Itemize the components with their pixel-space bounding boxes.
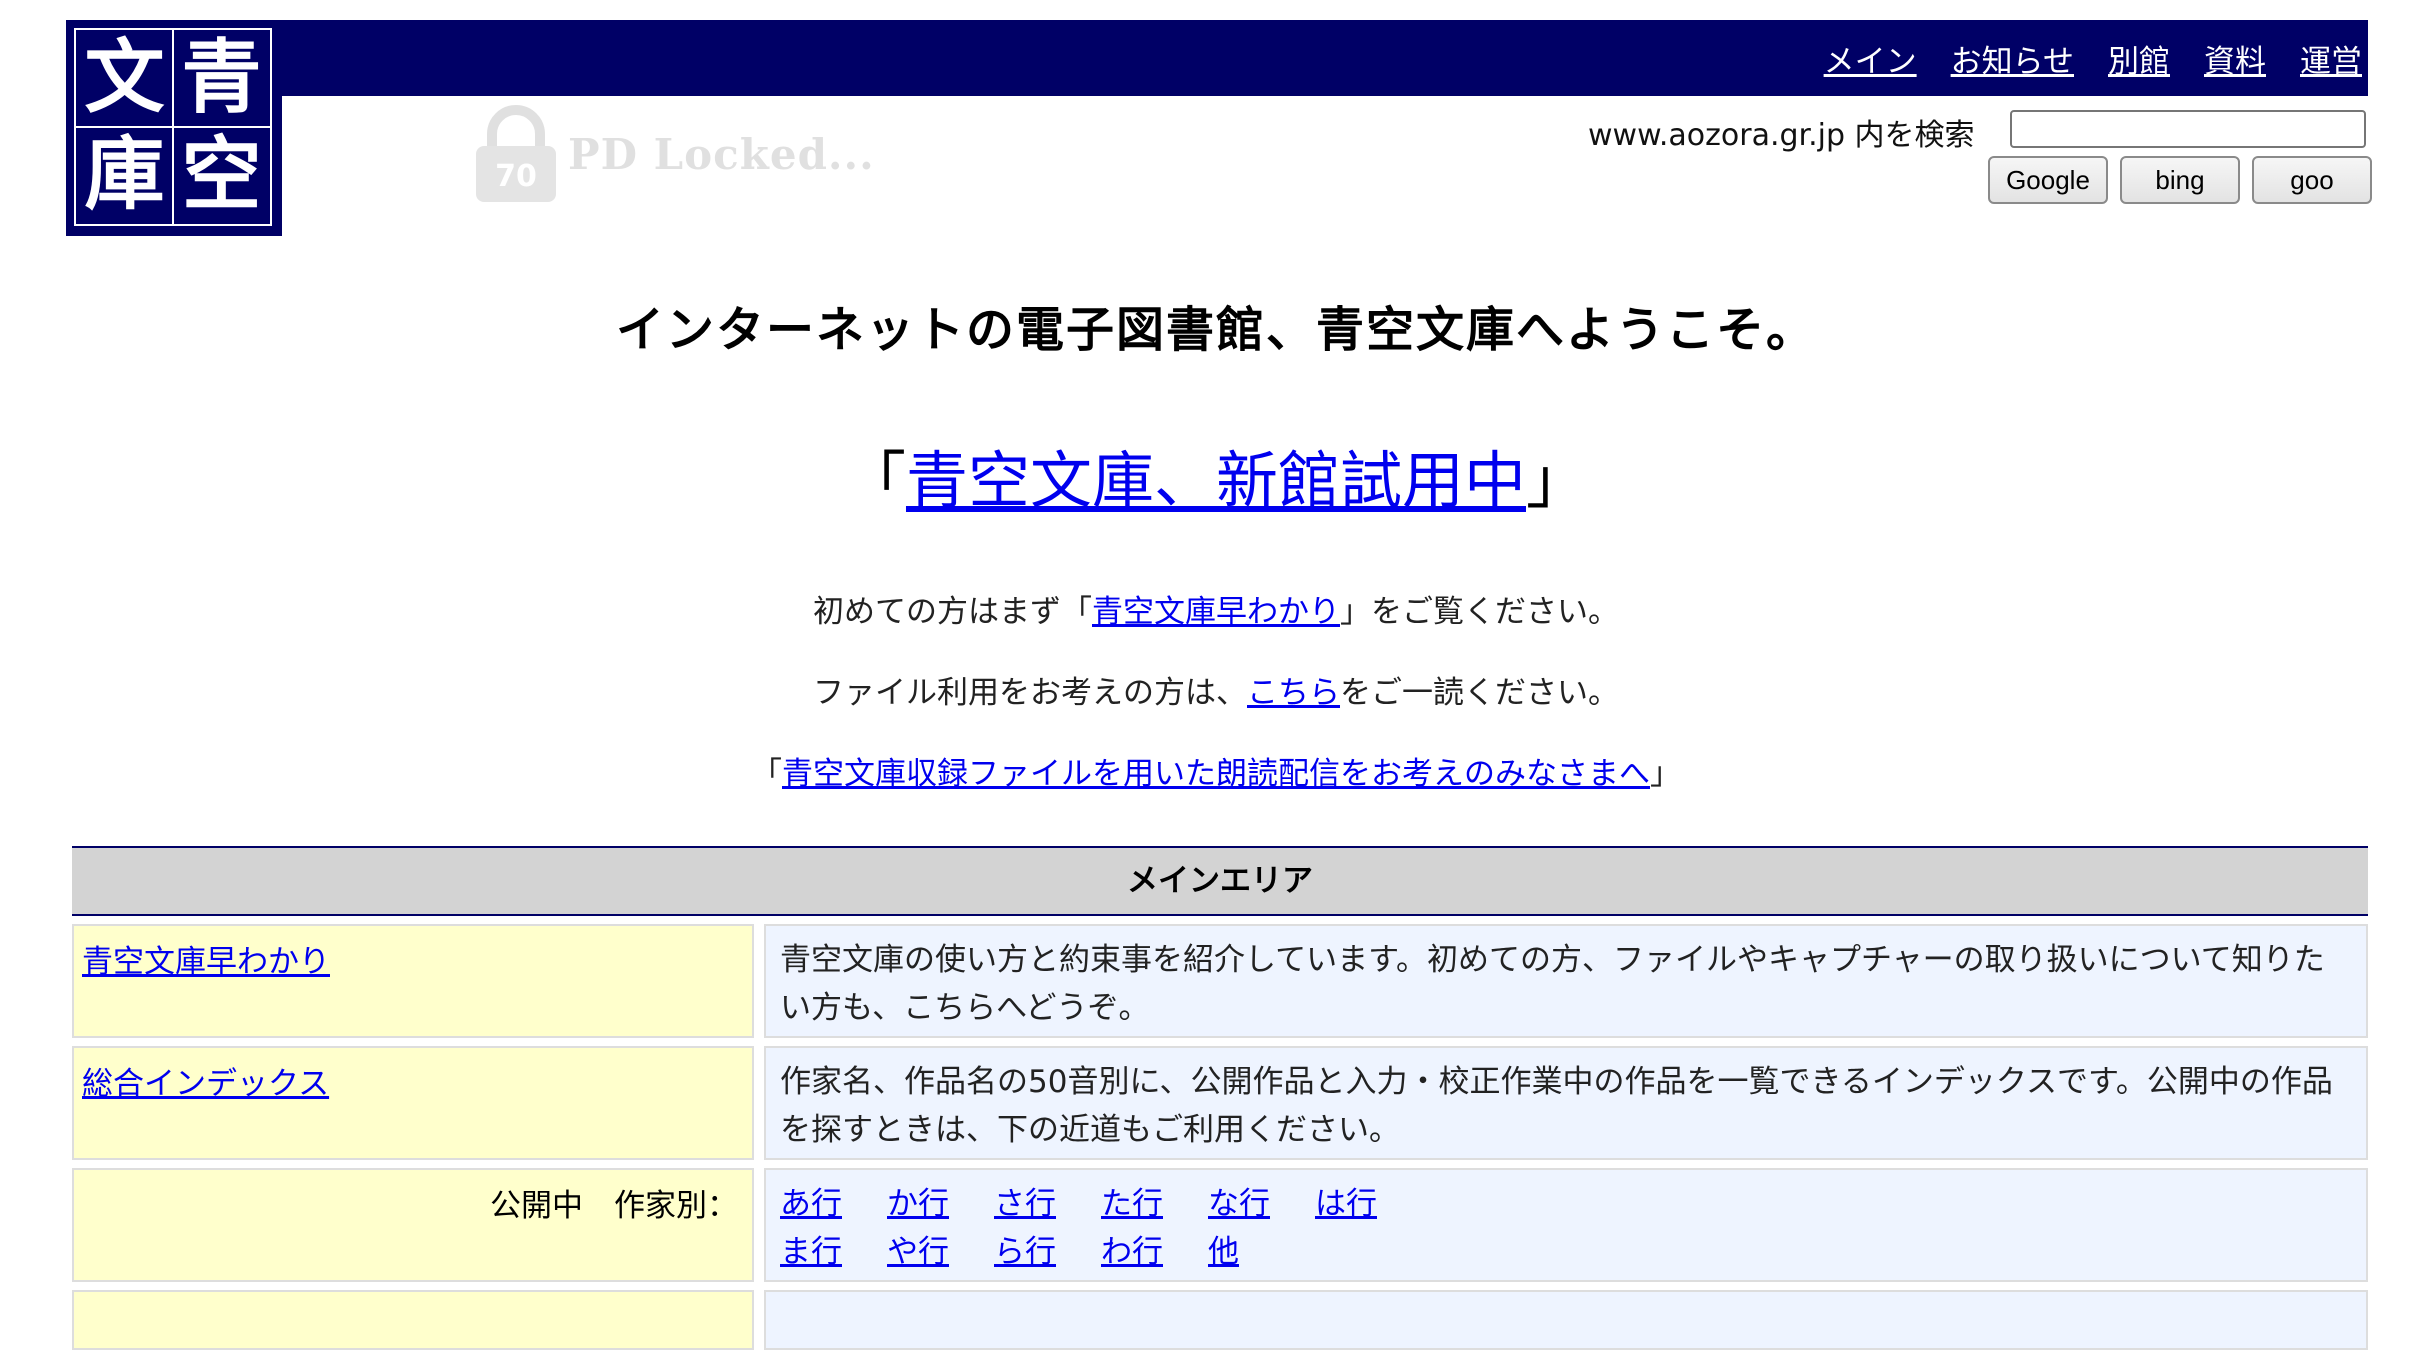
site-search-input[interactable]	[2010, 110, 2366, 148]
intro-text: 」	[1650, 756, 1681, 792]
intro-text: をご一読ください。	[1340, 675, 1619, 711]
kana-link-ma[interactable]: ま行	[780, 1228, 887, 1276]
intro-text: 「	[751, 756, 782, 792]
kana-link-wa[interactable]: わ行	[1101, 1228, 1208, 1276]
new-hall-notice: 「青空文庫、新館試用中」	[0, 430, 2432, 520]
kana-link-sa[interactable]: さ行	[994, 1180, 1101, 1228]
nav-news[interactable]: お知らせ	[1951, 36, 2074, 81]
intro-text: 初めての方はまず「	[813, 594, 1092, 630]
nav-management[interactable]: 運営	[2300, 36, 2362, 81]
row-desc-cell: 作家名、作品名の50音別に、公開作品と入力・校正作業中の作品を一覧できるインデッ…	[764, 1046, 2368, 1160]
pd-locked-text: PD Locked...	[568, 130, 875, 179]
bracket-close: 」	[1526, 444, 1589, 517]
site-search-label: www.aozora.gr.jp 内を検索	[1588, 118, 1975, 153]
kana-link-ha[interactable]: は行	[1315, 1180, 1422, 1228]
intro-text: ファイル利用をお考えの方は、	[813, 675, 1247, 711]
kana-link-a[interactable]: あ行	[780, 1180, 887, 1228]
table-row: 青空文庫早わかり 青空文庫の使い方と約束事を紹介しています。初めての方、ファイル…	[72, 924, 2368, 1038]
table-row	[72, 1290, 2368, 1350]
quickguide-row-link[interactable]: 青空文庫早わかり	[82, 944, 330, 980]
quickguide-link[interactable]: 青空文庫早わかり	[1092, 594, 1340, 630]
author-links-cell: あ行 か行 さ行 た行 な行 は行 ま行 や行 ら行 わ行 他	[764, 1168, 2368, 1282]
logo-divider	[76, 126, 270, 128]
logo-char: 文	[84, 30, 165, 124]
google-search-button[interactable]: Google	[1988, 156, 2108, 204]
kana-link-ka[interactable]: か行	[887, 1180, 994, 1228]
row-label-cell	[72, 1290, 754, 1350]
nav-main[interactable]: メイン	[1824, 36, 1917, 81]
nav-annex[interactable]: 別館	[2108, 36, 2170, 81]
lock-badge-number: 70	[495, 159, 537, 194]
new-hall-link[interactable]: 青空文庫、新館試用中	[906, 444, 1526, 517]
goo-search-button[interactable]: goo	[2252, 156, 2372, 204]
search-buttons: Google bing goo	[1988, 156, 2372, 204]
main-area-table: メインエリア 青空文庫早わかり 青空文庫の使い方と約束事を紹介しています。初めて…	[72, 846, 2368, 1350]
bracket-open: 「	[843, 444, 906, 517]
general-index-link[interactable]: 総合インデックス	[82, 1066, 329, 1102]
kana-index: あ行 か行 さ行 た行 な行 は行 ま行 や行 ら行 わ行 他	[780, 1180, 2352, 1276]
table-row: 総合インデックス 作家名、作品名の50音別に、公開作品と入力・校正作業中の作品を…	[72, 1046, 2368, 1160]
table-row: 公開中 作家別： あ行 か行 さ行 た行 な行 は行 ま行 や行 ら行 わ行 他	[72, 1168, 2368, 1282]
nav-resources[interactable]: 資料	[2204, 36, 2266, 81]
aozora-logo[interactable]: 文 青 庫 空	[66, 20, 282, 236]
kana-link-ya[interactable]: や行	[887, 1228, 994, 1276]
row-desc-cell	[764, 1290, 2368, 1350]
kana-link-na[interactable]: な行	[1208, 1180, 1315, 1228]
reading-distribution-link[interactable]: 青空文庫収録ファイルを用いた朗読配信をお考えのみなさまへ	[782, 756, 1650, 792]
welcome-heading: インターネットの電子図書館、青空文庫へようこそ。	[615, 302, 1816, 358]
logo-char: 空	[181, 127, 262, 221]
lock-icon: 70	[476, 105, 556, 202]
row-label-cell: 総合インデックス	[72, 1046, 754, 1160]
logo-char: 青	[181, 30, 262, 124]
author-label-cell: 公開中 作家別：	[72, 1168, 754, 1282]
main-area-title: メインエリア	[72, 846, 2368, 916]
intro-line-file-usage: ファイル利用をお考えの方は、こちらをご一読ください。	[0, 667, 2432, 712]
intro-line-reading: 「青空文庫収録ファイルを用いた朗読配信をお考えのみなさまへ」	[0, 748, 2432, 793]
intro-line-quickguide: 初めての方はまず「青空文庫早わかり」をご覧ください。	[0, 586, 2432, 631]
kana-link-other[interactable]: 他	[1208, 1228, 1315, 1276]
kana-link-ra[interactable]: ら行	[994, 1228, 1101, 1276]
page: メイン お知らせ 別館 資料 運営 文 青 庫 空 70 PD Locked..…	[0, 0, 2432, 1350]
kana-link-ta[interactable]: た行	[1101, 1180, 1208, 1228]
logo-frame: 文 青 庫 空	[74, 28, 272, 226]
top-nav: メイン お知らせ 別館 資料 運営	[1824, 36, 2362, 80]
bing-search-button[interactable]: bing	[2120, 156, 2240, 204]
row-desc-cell: 青空文庫の使い方と約束事を紹介しています。初めての方、ファイルやキャプチャーの取…	[764, 924, 2368, 1038]
file-usage-link[interactable]: こちら	[1247, 675, 1340, 711]
logo-char: 庫	[84, 127, 165, 221]
intro-text: 」をご覧ください。	[1340, 594, 1619, 630]
row-label-cell: 青空文庫早わかり	[72, 924, 754, 1038]
pd-locked-watermark: 70 PD Locked...	[468, 104, 888, 204]
